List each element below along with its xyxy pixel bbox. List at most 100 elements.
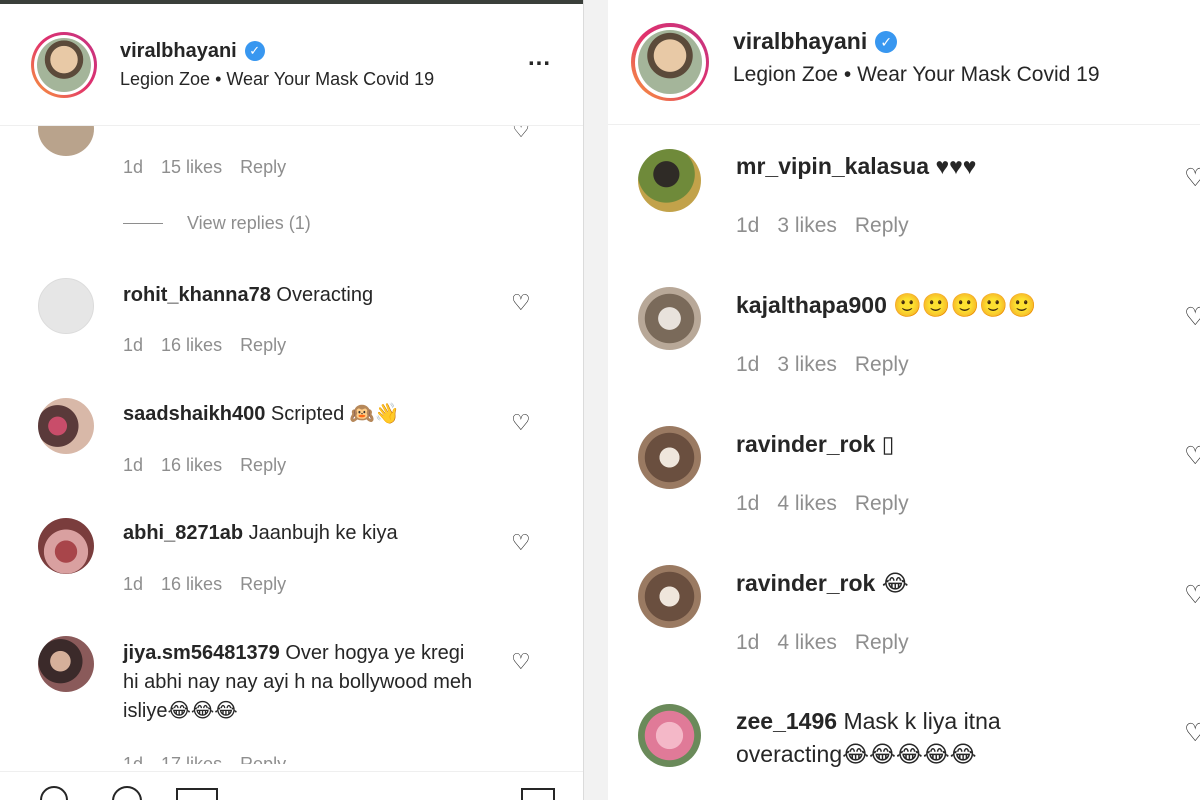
comment-time: 1d — [736, 631, 760, 654]
comment-meta: 1d 3 likes Reply — [736, 214, 927, 238]
heart-icon[interactable]: ♡ — [1184, 163, 1200, 193]
comment-likes[interactable]: 3 likes — [777, 353, 837, 376]
comment-username[interactable]: mr_vipin_kalasua — [736, 153, 929, 179]
comment-username[interactable]: abhi_8271ab — [123, 522, 243, 544]
comment-avatar[interactable] — [638, 565, 701, 628]
comment-time: 1d — [736, 353, 760, 376]
comment-likes[interactable]: 16 likes — [161, 574, 222, 594]
reply-link[interactable]: Reply — [855, 214, 909, 237]
profile-avatar[interactable] — [631, 23, 709, 101]
comment-likes[interactable]: 4 likes — [777, 631, 837, 654]
comment-time: 1d — [123, 574, 144, 594]
comment-time: 1d — [736, 214, 760, 237]
reply-link[interactable]: Reply — [240, 455, 286, 475]
heart-icon[interactable]: ♡ — [511, 649, 531, 675]
more-options-icon[interactable]: ... — [528, 44, 551, 72]
heart-icon[interactable]: ♡ — [1184, 302, 1200, 332]
comment-text: abhi_8271ab Jaanbujh ke kiya — [123, 519, 493, 548]
comment-likes[interactable]: 17 likes — [161, 754, 222, 764]
comment-body: ♥♥♥ — [935, 153, 977, 179]
comment-likes[interactable]: 16 likes — [161, 335, 222, 355]
bookmark-icon[interactable] — [521, 788, 555, 800]
comment-text: ravinder_rok 😂 — [736, 567, 1156, 600]
comment-time: 1d — [123, 754, 144, 764]
comment-avatar[interactable] — [38, 398, 94, 454]
profile-avatar[interactable] — [31, 31, 97, 98]
reply-link[interactable]: Reply — [855, 631, 909, 654]
view-replies-line — [123, 223, 163, 224]
view-replies-label: View replies (1) — [187, 213, 311, 233]
comment-body: ▯ — [881, 431, 895, 457]
comment-likes[interactable]: 4 likes — [777, 492, 837, 515]
post-username[interactable]: viralbhayani — [120, 40, 237, 62]
avatar-image — [37, 37, 91, 92]
reply-link[interactable]: Reply — [855, 492, 909, 515]
comment-avatar[interactable] — [38, 636, 94, 692]
reply-link[interactable]: Reply — [240, 754, 286, 764]
comment-text: kajalthapa900 🙂🙂🙂🙂🙂 — [736, 289, 1156, 322]
view-replies-link[interactable]: View replies (1) — [123, 213, 311, 234]
comment-meta: 1d 16 likes Reply — [123, 335, 304, 356]
comment-likes[interactable]: 16 likes — [161, 455, 222, 475]
post-username[interactable]: viralbhayani — [733, 28, 867, 54]
comment-username[interactable]: rohit_khanna78 — [123, 284, 271, 306]
heart-icon[interactable]: ♡ — [511, 410, 531, 436]
comment-icon[interactable] — [112, 786, 142, 800]
comment-meta: 1d 4 likes Reply — [736, 631, 927, 655]
comment-avatar[interactable] — [638, 704, 701, 767]
comment-text: zee_1496 Mask k liya itna overacting😂😂😂😂… — [736, 705, 1066, 772]
comment-text: rohit_khanna78 Overacting — [123, 281, 493, 310]
left-post-panel: viralbhayani ✓ Legion Zoe • Wear Your Mas… — [0, 0, 584, 800]
comment-text: jiya.sm56481379 Over hogya ye kregi hi a… — [123, 639, 483, 726]
heart-icon[interactable]: ♡ — [1184, 441, 1200, 471]
post-action-bar — [0, 771, 583, 800]
heart-icon[interactable]: ♡ — [511, 530, 531, 556]
comment-text: mr_vipin_kalasua ♥♥♥ — [736, 150, 1156, 183]
avatar-image — [638, 30, 702, 94]
post-location[interactable]: Legion Zoe • Wear Your Mask Covid 19 — [733, 63, 1100, 87]
comment-body: Jaanbujh ke kiya — [248, 522, 398, 544]
right-post-panel: viralbhayani ✓ Legion Zoe • Wear Your Mas… — [608, 0, 1200, 800]
comment-time: 1d — [123, 157, 144, 177]
comment-meta: 1d 4 likes Reply — [736, 492, 927, 516]
comment-likes[interactable]: 15 likes — [161, 157, 222, 177]
reply-link[interactable]: Reply — [240, 574, 286, 594]
comment-avatar[interactable] — [638, 287, 701, 350]
share-icon[interactable] — [176, 788, 218, 800]
like-icon[interactable] — [40, 786, 68, 800]
comment-meta: 1d 3 likes Reply — [736, 353, 927, 377]
comment-username[interactable]: kajalthapa900 — [736, 292, 887, 318]
comment-username[interactable]: saadshaikh400 — [123, 403, 265, 425]
heart-icon[interactable]: ♡ — [511, 290, 531, 316]
comment-likes[interactable]: 3 likes — [777, 214, 837, 237]
post-header: viralbhayani ✓ Legion Zoe • Wear Your Mas… — [0, 4, 583, 126]
comment-username[interactable]: jiya.sm56481379 — [123, 642, 280, 664]
comment-username[interactable]: ravinder_rok — [736, 431, 875, 457]
comment-avatar[interactable] — [38, 518, 94, 574]
post-location[interactable]: Legion Zoe • Wear Your Mask Covid 19 — [120, 69, 434, 90]
heart-icon[interactable]: ♡ — [1184, 718, 1200, 748]
comment-body: Scripted 🙉👋 — [270, 403, 400, 425]
comment-body: Overacting — [276, 284, 374, 306]
comment-time: 1d — [736, 492, 760, 515]
heart-icon[interactable]: ♡ — [1184, 580, 1200, 610]
comment-body: 😂 — [881, 570, 909, 596]
comment-meta: 1d 17 likes Reply — [123, 754, 304, 764]
reply-link[interactable]: Reply — [855, 353, 909, 376]
comment-meta: 1d 16 likes Reply — [123, 574, 304, 595]
comment-avatar[interactable] — [38, 278, 94, 334]
comment-text: ravinder_rok ▯ — [736, 428, 1156, 461]
reply-link[interactable]: Reply — [240, 157, 286, 177]
comment-avatar[interactable] — [638, 149, 701, 212]
post-header: viralbhayani ✓ Legion Zoe • Wear Your Mas… — [608, 0, 1200, 125]
verified-badge-icon: ✓ — [244, 41, 265, 62]
reply-link[interactable]: Reply — [240, 335, 286, 355]
comment-time: 1d — [123, 335, 144, 355]
verified-badge-icon: ✓ — [875, 31, 898, 54]
comment-username[interactable]: ravinder_rok — [736, 570, 875, 596]
comment-meta: 1d 15 likes Reply — [123, 157, 304, 178]
comment-username[interactable]: zee_1496 — [736, 708, 837, 734]
comment-time: 1d — [123, 455, 144, 475]
comment-meta: 1d 16 likes Reply — [123, 455, 304, 476]
comment-avatar[interactable] — [638, 426, 701, 489]
